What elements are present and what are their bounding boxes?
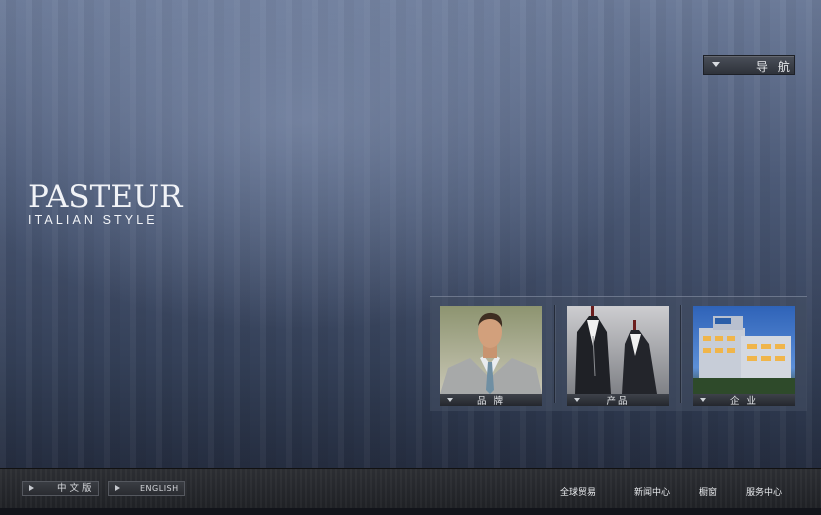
company-card-label: 企 业: [729, 396, 759, 407]
product-card-label: 产品: [606, 396, 630, 407]
nav-dropdown-button[interactable]: 导 航: [703, 55, 795, 75]
footer-bottom-strip: [0, 508, 821, 515]
product-photo: [567, 306, 669, 394]
logo-wordmark: PASTEUR: [28, 179, 183, 215]
feature-panel: 品 牌 产品 企 业: [430, 296, 807, 411]
brand-logo: PASTEUR ITALIAN STYLE: [28, 180, 182, 227]
english-version-button[interactable]: ENGLISH: [108, 481, 185, 496]
footer-bar: 中 文 版 ENGLISH 全球贸易 新闻中心 橱窗 服务中心: [0, 468, 821, 509]
brand-card-bar: 品 牌: [440, 394, 542, 407]
play-icon: [29, 485, 34, 491]
product-card-bar: 产品: [567, 394, 669, 407]
brand-card[interactable]: 品 牌: [440, 306, 542, 407]
footer-link-service-center[interactable]: 服务中心: [746, 485, 782, 498]
panel-divider: [680, 305, 681, 403]
english-version-label: ENGLISH: [140, 484, 179, 493]
footer-link-showcase[interactable]: 橱窗: [699, 485, 717, 498]
footer-link-news-center[interactable]: 新闻中心: [634, 485, 670, 498]
chinese-version-label: 中 文 版: [57, 483, 92, 494]
brand-card-label: 品 牌: [476, 396, 506, 407]
nav-label: 导 航: [756, 60, 793, 74]
company-card[interactable]: 企 业: [693, 306, 795, 407]
logo-tagline: ITALIAN STYLE: [28, 213, 158, 227]
brand-photo: [440, 306, 542, 394]
chinese-version-button[interactable]: 中 文 版: [22, 481, 99, 496]
play-icon: [115, 485, 120, 491]
product-card[interactable]: 产品: [567, 306, 669, 407]
triangle-down-icon: [712, 62, 720, 67]
footer-link-global-trade[interactable]: 全球贸易: [560, 485, 596, 498]
company-photo: [693, 306, 795, 394]
company-card-bar: 企 业: [693, 394, 795, 407]
panel-divider: [554, 305, 555, 403]
